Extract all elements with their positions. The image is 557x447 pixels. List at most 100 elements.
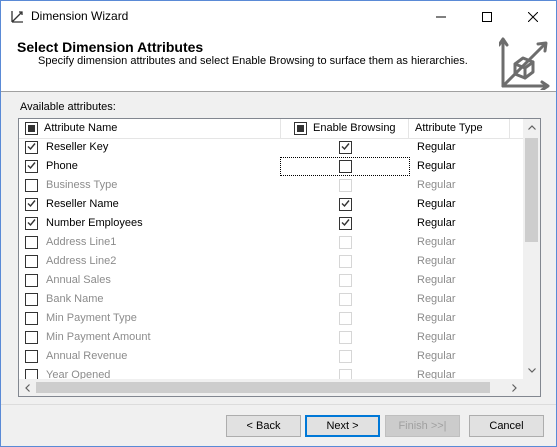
table-row[interactable]: Number Employees Regular — [19, 214, 523, 233]
back-button[interactable]: < Back — [226, 415, 301, 437]
cancel-button[interactable]: Cancel — [469, 415, 544, 437]
checkmark-icon — [27, 162, 36, 170]
table-row[interactable]: Annual Revenue Regular — [19, 347, 523, 366]
horizontal-scroll-thumb[interactable] — [36, 382, 490, 393]
enable-browsing-all-checkbox[interactable] — [294, 122, 307, 135]
maximize-icon — [482, 11, 492, 22]
cube-axes-icon — [499, 37, 550, 90]
attribute-type[interactable]: Regular — [417, 138, 456, 157]
dimension-wizard-icon — [11, 11, 23, 23]
attribute-select-checkbox[interactable] — [25, 293, 38, 306]
enable-browsing-checkbox[interactable] — [339, 179, 352, 192]
attribute-type[interactable]: Regular — [417, 252, 456, 271]
attribute-select-checkbox[interactable] — [25, 312, 38, 325]
enable-browsing-checkbox[interactable] — [339, 312, 352, 325]
table-row[interactable]: Annual Sales Regular — [19, 271, 523, 290]
close-button[interactable] — [510, 1, 556, 32]
column-header-attribute-name[interactable]: Attribute Name — [44, 119, 117, 138]
enable-browsing-checkbox[interactable] — [339, 198, 352, 211]
attribute-type[interactable]: Regular — [417, 290, 456, 309]
attribute-type[interactable]: Regular — [417, 157, 456, 176]
enable-browsing-checkbox[interactable] — [339, 160, 352, 173]
attribute-type[interactable]: Regular — [417, 214, 456, 233]
attribute-name: Annual Revenue — [46, 350, 128, 362]
attribute-type[interactable]: Regular — [417, 195, 456, 214]
attribute-type[interactable]: Regular — [417, 271, 456, 290]
enable-browsing-checkbox[interactable] — [339, 217, 352, 230]
chevron-up-icon — [527, 125, 536, 130]
enable-browsing-checkbox[interactable] — [339, 236, 352, 249]
attribute-select-checkbox[interactable] — [25, 331, 38, 344]
attribute-type[interactable]: Regular — [417, 347, 456, 366]
vertical-scrollbar[interactable] — [523, 119, 540, 379]
table-row[interactable]: Bank Name Regular — [19, 290, 523, 309]
page-subtitle: Specify dimension attributes and select … — [38, 55, 468, 67]
table-row[interactable]: Address Line2 Regular — [19, 252, 523, 271]
checkmark-icon — [341, 219, 350, 227]
checkmark-icon — [27, 200, 36, 208]
horizontal-scrollbar[interactable] — [19, 379, 523, 396]
wizard-header: Select Dimension Attributes Specify dime… — [1, 32, 556, 92]
checkmark-icon — [27, 219, 36, 227]
attributes-grid: Attribute Name Enable Browsing Attribute… — [18, 118, 541, 397]
column-separator — [509, 119, 510, 138]
enable-browsing-checkbox[interactable] — [339, 255, 352, 268]
attribute-type[interactable]: Regular — [417, 176, 456, 195]
window-title: Dimension Wizard — [31, 9, 129, 23]
attribute-name: Annual Sales — [46, 274, 111, 286]
chevron-down-icon — [527, 368, 536, 373]
enable-browsing-checkbox[interactable] — [339, 274, 352, 287]
scroll-left-button[interactable] — [19, 379, 36, 396]
table-row[interactable]: Min Payment Amount Regular — [19, 328, 523, 347]
available-attributes-label: Available attributes: — [20, 101, 116, 113]
table-row[interactable]: Phone Regular — [19, 157, 523, 176]
table-row[interactable]: Business Type Regular — [19, 176, 523, 195]
attribute-name: Number Employees — [46, 217, 143, 229]
close-icon — [528, 11, 538, 22]
attribute-name: Min Payment Type — [46, 312, 137, 324]
attribute-select-checkbox[interactable] — [25, 160, 38, 173]
attribute-name: Reseller Name — [46, 198, 119, 210]
minimize-icon — [436, 16, 446, 17]
checkmark-icon — [341, 143, 350, 151]
table-row[interactable]: Min Payment Type Regular — [19, 309, 523, 328]
minimize-button[interactable] — [418, 1, 464, 32]
attribute-select-checkbox[interactable] — [25, 141, 38, 154]
enable-browsing-checkbox[interactable] — [339, 331, 352, 344]
chevron-right-icon — [512, 383, 517, 392]
attribute-name: Address Line1 — [46, 236, 117, 248]
column-separator — [280, 119, 281, 138]
finish-button[interactable]: Finish >>| — [385, 415, 460, 437]
enable-browsing-checkbox[interactable] — [339, 141, 352, 154]
scroll-down-button[interactable] — [523, 362, 540, 379]
vertical-scroll-thumb[interactable] — [525, 138, 538, 242]
maximize-button[interactable] — [464, 1, 510, 32]
table-row[interactable]: Reseller Name Regular — [19, 195, 523, 214]
scroll-up-button[interactable] — [523, 119, 540, 136]
column-header-enable-browsing[interactable]: Enable Browsing — [313, 119, 396, 138]
checkmark-icon — [341, 200, 350, 208]
enable-browsing-checkbox[interactable] — [339, 293, 352, 306]
attribute-select-checkbox[interactable] — [25, 255, 38, 268]
attribute-select-checkbox[interactable] — [25, 236, 38, 249]
next-button[interactable]: Next > — [305, 415, 380, 437]
attribute-type[interactable]: Regular — [417, 233, 456, 252]
attribute-name: Bank Name — [46, 293, 104, 305]
attribute-select-checkbox[interactable] — [25, 350, 38, 363]
attribute-select-checkbox[interactable] — [25, 198, 38, 211]
page-title: Select Dimension Attributes — [17, 39, 204, 55]
column-header-attribute-type[interactable]: Attribute Type — [415, 119, 483, 138]
attribute-name: Address Line2 — [46, 255, 117, 267]
table-row[interactable]: Reseller Key Regular — [19, 138, 523, 157]
attribute-select-checkbox[interactable] — [25, 274, 38, 287]
attribute-select-checkbox[interactable] — [25, 217, 38, 230]
table-row[interactable]: Address Line1 Regular — [19, 233, 523, 252]
dimension-wizard-window: Dimension Wizard Select Dimension Attrib… — [0, 0, 557, 447]
scroll-right-button[interactable] — [506, 379, 523, 396]
attribute-type[interactable]: Regular — [417, 309, 456, 328]
attribute-select-checkbox[interactable] — [25, 179, 38, 192]
enable-browsing-checkbox[interactable] — [339, 350, 352, 363]
attribute-name: Phone — [46, 160, 78, 172]
attribute-type[interactable]: Regular — [417, 328, 456, 347]
select-all-checkbox[interactable] — [25, 122, 38, 135]
